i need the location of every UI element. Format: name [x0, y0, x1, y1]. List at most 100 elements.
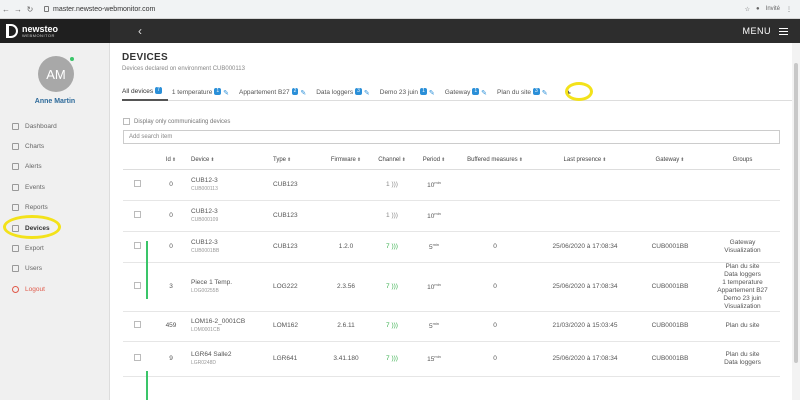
cell-gateway [635, 200, 705, 232]
search-input[interactable]: Add search item [123, 130, 780, 144]
cell-buffered [455, 169, 535, 201]
row-checkbox[interactable] [133, 353, 141, 361]
sidebar-item-logout[interactable]: Logout [12, 282, 45, 296]
table-row[interactable]: 3 Piece 1 Temp. LOG00255B LOG222 2.3.56 7 )))… [123, 262, 780, 312]
device-name: LGR64 Salle2 [191, 350, 232, 358]
table-row[interactable]: 9 LGR64 Salle2 LGR0248D LGR641 3.41.180 7 )))… [123, 341, 780, 377]
browser-reload-icon[interactable]: ↻ [24, 5, 36, 14]
cell-device[interactable]: CUB12-3 CUB000109 [191, 200, 273, 232]
table-row[interactable]: 459 LOM16-2_0001CB LOM0001CB LOM162 2.6.11 7 … [123, 311, 780, 342]
dashboard-icon [12, 122, 19, 130]
app-logo[interactable]: newsteo WEBMONITOR [0, 19, 110, 43]
tab-count-badge: 2 [291, 87, 299, 95]
user-name[interactable]: Anne Martin [0, 98, 110, 105]
row-checkbox-cell[interactable] [123, 311, 151, 342]
row-checkbox[interactable] [133, 281, 141, 289]
period-unit: min [434, 353, 441, 359]
users-icon [12, 264, 19, 272]
add-group-highlight-ring [565, 82, 593, 101]
tab-data-loggers[interactable]: Data loggers 3 ✎ [316, 85, 376, 101]
profile-icon[interactable]: ● [756, 6, 760, 12]
more-icon[interactable]: ⋮ [786, 6, 792, 13]
scrollbar-thumb[interactable] [794, 63, 798, 363]
sidebar-item-reports[interactable]: Reports [12, 200, 48, 214]
tab-appartement-b27[interactable]: Appartement B27 2 ✎ [239, 85, 312, 101]
tab-count-badge: 3 [533, 87, 540, 95]
tab-label: 1 temperature [171, 89, 213, 96]
communicating-filter[interactable]: Display only communicating devices [123, 118, 230, 125]
browser-back-icon[interactable]: ← [0, 5, 12, 14]
address-bar[interactable]: master.newsteo-webmonitor.com [44, 6, 745, 13]
lock-icon [44, 6, 49, 12]
column-header-last-presence[interactable]: Last presence⬍ [535, 152, 635, 170]
device-serial: CUB000109 [191, 216, 219, 223]
tab-gateway[interactable]: Gateway 1 ✎ [445, 85, 493, 101]
device-name: CUB12-3 [191, 238, 218, 246]
menu-button[interactable]: MENU [743, 26, 788, 36]
communicating-checkbox[interactable] [123, 118, 130, 125]
cell-channel: 1 ))) [371, 200, 413, 232]
sidebar-item-users[interactable]: Users [12, 261, 42, 275]
cell-device[interactable]: Piece 1 Temp. LOG00255B [191, 262, 273, 312]
cell-gateway [635, 169, 705, 201]
column-header-buffered[interactable]: Buffered measures⬍ [455, 152, 535, 170]
cell-device[interactable]: CUB12-3 CUB0001BB [191, 231, 273, 263]
sort-icon: ⬍ [680, 157, 685, 164]
cell-channel: 1 ))) [371, 169, 413, 201]
row-checkbox-cell[interactable] [123, 200, 151, 232]
sidebar-item-events[interactable]: Events [12, 180, 45, 194]
cell-type: LGR641 [273, 341, 321, 377]
edit-pencil-icon[interactable]: ✎ [481, 89, 487, 97]
cell-last-presence: 25/06/2020 à 17:08:34 [535, 231, 635, 263]
table-row[interactable]: 0 CUB12-3 CUB000109 CUB123 1 ))) 10min [123, 200, 780, 232]
scrollbar[interactable] [792, 43, 800, 400]
column-header-type[interactable]: Type⬍ [273, 152, 321, 170]
tab-label: Plan du site [497, 89, 531, 96]
tab-plan-du-site[interactable]: Plan du site 3 ✎ [497, 85, 554, 101]
sidebar-item-dashboard[interactable]: Dashboard [12, 119, 57, 133]
back-chevron-icon[interactable]: ‹ [138, 24, 142, 38]
devices-highlight-ring [3, 215, 61, 239]
column-header-period[interactable]: Period⬍ [413, 152, 455, 170]
star-icon[interactable]: ☆ [745, 6, 750, 13]
tab-1-temperature[interactable]: 1 temperature 1 ✎ [172, 85, 235, 101]
sidebar-item-alerts[interactable]: Alerts [12, 159, 42, 173]
column-header-device[interactable]: Device⬍ [191, 152, 273, 170]
sidebar-item-label: Dashboard [25, 122, 57, 130]
row-checkbox-cell[interactable] [123, 169, 151, 201]
avatar[interactable]: AM [38, 56, 74, 92]
row-checkbox[interactable] [133, 321, 141, 328]
chart-icon [12, 142, 19, 150]
column-header-gateway[interactable]: Gateway⬍ [635, 152, 705, 170]
edit-pencil-icon[interactable]: ✎ [542, 89, 548, 97]
cell-firmware: 2.3.56 [321, 262, 371, 312]
cell-gateway: CUB0001BB [635, 311, 705, 342]
cell-device[interactable]: CUB12-3 CUB000113 [191, 169, 273, 201]
newsteo-logo-icon [6, 24, 18, 38]
column-header-channel[interactable]: Channel⬍ [371, 152, 413, 170]
column-header-firmware[interactable]: Firmware⬍ [321, 152, 371, 170]
cell-device[interactable]: LOM16-2_0001CB LOM0001CB [191, 311, 273, 342]
sidebar-item-charts[interactable]: Charts [12, 139, 44, 153]
table-row[interactable]: 0 CUB12-3 CUB000113 CUB123 1 ))) 10min [123, 169, 780, 201]
column-header-id[interactable]: Id⬍ [151, 152, 191, 170]
tab-all-devices[interactable]: All devices 7 [122, 85, 168, 101]
signal-icon: ))) [391, 354, 398, 362]
row-checkbox[interactable] [133, 179, 141, 187]
cell-channel: 7 ))) [371, 262, 413, 312]
browser-forward-icon[interactable]: → [12, 5, 24, 14]
sidebar-item-export[interactable]: Export [12, 241, 44, 255]
cell-period: 15min [413, 341, 455, 377]
row-checkbox[interactable] [133, 241, 141, 249]
profile-label[interactable]: Invité [766, 6, 780, 12]
edit-pencil-icon[interactable]: ✎ [364, 89, 370, 97]
table-row[interactable]: 0 CUB12-3 CUB0001BB CUB123 1.2.0 7 ))) 5min 0 25… [123, 231, 780, 263]
power-icon [12, 285, 19, 293]
tab-demo-23-juin[interactable]: Demo 23 juin 1 ✎ [380, 85, 441, 101]
cell-device[interactable]: LGR64 Salle2 LGR0248D [191, 341, 273, 377]
cell-id: 459 [151, 311, 191, 342]
edit-pencil-icon[interactable]: ✎ [429, 89, 435, 97]
edit-pencil-icon[interactable]: ✎ [300, 89, 306, 97]
edit-pencil-icon[interactable]: ✎ [223, 89, 229, 97]
row-checkbox[interactable] [133, 210, 141, 218]
